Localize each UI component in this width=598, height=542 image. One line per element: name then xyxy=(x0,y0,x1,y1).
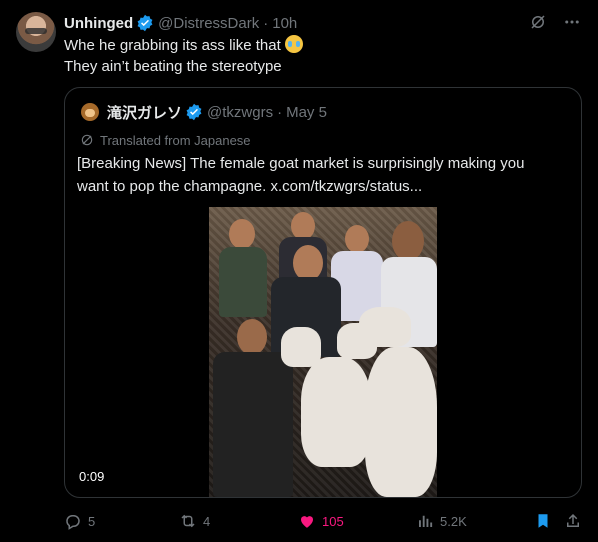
quoted-tweet[interactable]: 滝沢ガレソ @tkzwgrs · May 5 Translated from J… xyxy=(64,87,582,498)
quoted-text-line-1: [Breaking News] The female goat market i… xyxy=(77,155,525,172)
repost-icon xyxy=(181,514,195,528)
loudly-crying-emoji xyxy=(284,35,303,53)
video-person xyxy=(392,221,424,261)
verified-badge-icon xyxy=(186,103,202,121)
reply-icon xyxy=(66,515,80,530)
top-actions xyxy=(528,12,582,32)
video-person xyxy=(237,319,267,355)
translated-note: Translated from Japanese xyxy=(79,132,251,148)
bookmark-icon xyxy=(538,514,548,528)
quoted-author-avatar[interactable] xyxy=(79,101,101,123)
views-icon xyxy=(419,515,433,527)
translated-label: Translated from Japanese xyxy=(100,132,251,148)
tweet-text-line-1: Whe he grabbing its ass like that xyxy=(64,35,574,56)
share-button[interactable] xyxy=(564,511,582,531)
quoted-tweet-header: 滝沢ガレソ @tkzwgrs · May 5 xyxy=(79,101,327,123)
quoted-tweet-text: [Breaking News] The female goat market i… xyxy=(77,152,567,198)
video-player[interactable] xyxy=(209,207,437,497)
video-goat xyxy=(281,327,321,367)
video-goat xyxy=(359,307,411,347)
author-avatar[interactable] xyxy=(16,12,56,52)
tweet-header: Unhinged @DistressDark · 10h xyxy=(64,13,582,33)
author-handle[interactable]: @DistressDark xyxy=(158,15,259,32)
verified-badge-icon xyxy=(137,14,153,32)
more-icon[interactable] xyxy=(562,12,582,32)
quoted-text-line-2[interactable]: want to pop the champagne. x.com/tkzwgrs… xyxy=(77,175,567,198)
repost-count: 4 xyxy=(203,513,211,529)
reply-count: 5 xyxy=(88,513,96,529)
like-count: 105 xyxy=(322,513,344,529)
translate-icon xyxy=(79,132,95,148)
quoted-author-name[interactable]: 滝沢ガレソ xyxy=(107,102,182,123)
tweet-line-1-text: Whe he grabbing its ass like that xyxy=(64,37,281,54)
video-person xyxy=(345,225,369,253)
video-person xyxy=(229,219,255,249)
video-person xyxy=(219,247,267,317)
quoted-author-handle[interactable]: @tkzwgrs xyxy=(207,104,273,121)
video-goat xyxy=(365,347,437,497)
tweet-text: Whe he grabbing its ass like that They a… xyxy=(64,35,574,77)
bookmark-button[interactable] xyxy=(534,511,552,531)
separator-dot: · xyxy=(277,103,283,121)
tweet-time[interactable]: 10h xyxy=(272,15,297,32)
video-goat xyxy=(301,357,371,467)
like-icon xyxy=(301,516,313,528)
grok-icon[interactable] xyxy=(528,12,548,32)
video-person xyxy=(291,212,315,240)
repost-button[interactable]: 4 xyxy=(179,511,210,531)
quoted-tweet-date[interactable]: May 5 xyxy=(286,104,327,121)
tweet-text-line-2: They ain’t beating the stereotype xyxy=(64,58,282,75)
like-button[interactable]: 105 xyxy=(298,511,344,531)
tweet-actions: 5 4 105 5.2K xyxy=(64,511,584,531)
reply-button[interactable]: 5 xyxy=(64,511,95,531)
separator-dot: · xyxy=(263,14,269,32)
views-count: 5.2K xyxy=(440,513,467,529)
author-name[interactable]: Unhinged xyxy=(64,15,133,32)
video-duration: 0:09 xyxy=(79,469,105,484)
share-icon xyxy=(567,513,579,527)
video-person xyxy=(293,245,323,281)
views-button[interactable]: 5.2K xyxy=(416,511,467,531)
video-person xyxy=(213,352,293,497)
